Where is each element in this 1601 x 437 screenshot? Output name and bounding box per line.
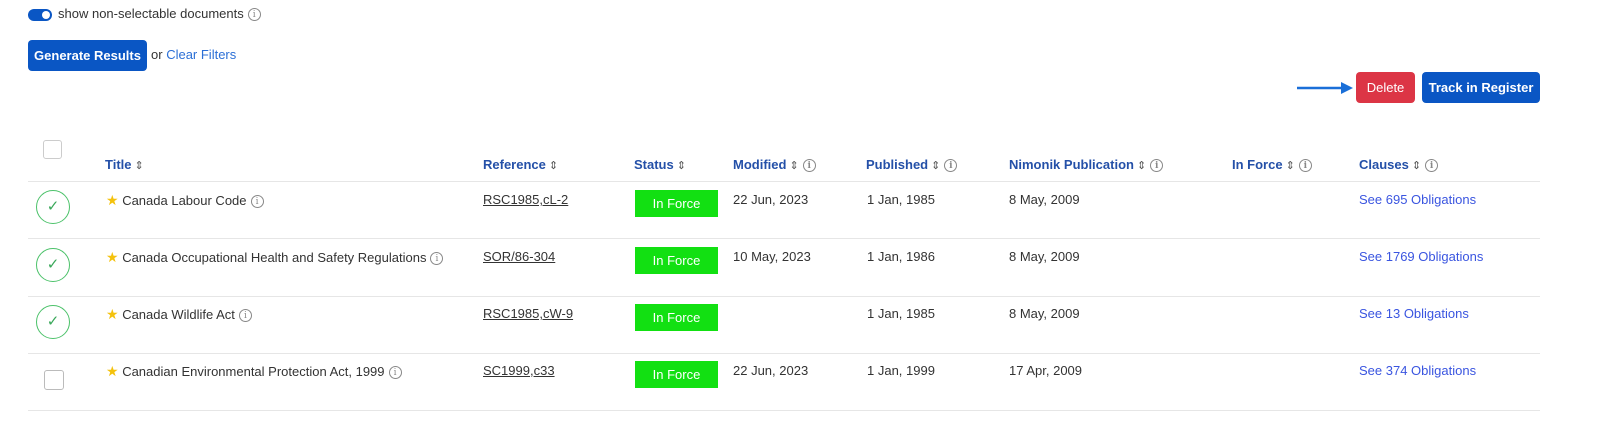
select-all-checkbox[interactable]	[43, 140, 62, 159]
star-icon[interactable]: ★	[106, 249, 119, 265]
header-in-force-label: In Force	[1232, 157, 1283, 172]
row-title: ★ Canadian Environmental Protection Act,…	[106, 363, 402, 380]
info-icon[interactable]: i	[1298, 159, 1312, 173]
row-title: ★ Canada Labour Code i	[106, 192, 264, 209]
header-in-force[interactable]: In Force ⇕ i	[1232, 157, 1312, 173]
track-in-register-button[interactable]: Track in Register	[1422, 72, 1540, 103]
sort-icon: ⇕	[134, 160, 144, 172]
sort-icon: ⇕	[1285, 160, 1295, 172]
row-divider	[28, 296, 1540, 297]
star-icon[interactable]: ★	[106, 192, 119, 208]
status-badge: In Force	[635, 361, 718, 388]
info-icon[interactable]: i	[388, 366, 402, 380]
header-modified[interactable]: Modified ⇕ i	[733, 157, 816, 173]
header-title[interactable]: Title ⇕	[105, 157, 144, 172]
row-selected-check-icon[interactable]: ✓	[36, 190, 70, 224]
sort-icon: ⇕	[676, 160, 686, 172]
row-select-checkbox[interactable]	[44, 370, 64, 390]
info-icon[interactable]: i	[802, 159, 816, 173]
row-title-text[interactable]: Canada Labour Code	[122, 193, 246, 208]
status-badge: In Force	[635, 190, 718, 217]
info-icon[interactable]: i	[247, 8, 261, 22]
toggle-label-wrap: show non-selectable documents i	[58, 6, 261, 22]
header-clauses-label: Clauses	[1359, 157, 1409, 172]
delete-button[interactable]: Delete	[1356, 72, 1415, 103]
header-title-label: Title	[105, 157, 132, 172]
row-divider	[28, 238, 1540, 239]
row-clauses-link[interactable]: See 374 Obligations	[1359, 363, 1476, 378]
info-icon[interactable]: i	[1150, 159, 1164, 173]
row-reference-link[interactable]: RSC1985,cL-2	[483, 192, 568, 207]
header-reference[interactable]: Reference ⇕	[483, 157, 558, 172]
info-icon[interactable]: i	[1425, 159, 1439, 173]
status-badge: In Force	[635, 247, 718, 274]
info-icon[interactable]: i	[430, 252, 444, 266]
row-reference-link[interactable]: RSC1985,cW-9	[483, 306, 573, 321]
row-nimonik: 8 May, 2009	[1009, 249, 1080, 264]
row-published: 1 Jan, 1985	[867, 192, 935, 207]
toggle-label: show non-selectable documents	[58, 6, 244, 21]
toggle-knob	[42, 11, 50, 19]
header-nimonik-label: Nimonik Publication	[1009, 157, 1134, 172]
star-icon[interactable]: ★	[106, 363, 119, 379]
header-published[interactable]: Published ⇕ i	[866, 157, 958, 173]
row-nimonik: 17 Apr, 2009	[1009, 363, 1083, 378]
status-badge: In Force	[635, 304, 718, 331]
row-published: 1 Jan, 1999	[867, 363, 935, 378]
generate-results-button[interactable]: Generate Results	[28, 40, 147, 71]
non-selectable-toggle[interactable]	[28, 9, 52, 21]
info-icon[interactable]: i	[250, 195, 264, 209]
row-clauses-link[interactable]: See 695 Obligations	[1359, 192, 1476, 207]
header-modified-label: Modified	[733, 157, 787, 172]
header-clauses[interactable]: Clauses ⇕ i	[1359, 157, 1439, 173]
row-published: 1 Jan, 1986	[867, 249, 935, 264]
row-title: ★ Canada Wildlife Act i	[106, 306, 252, 323]
row-divider	[28, 353, 1540, 354]
row-selected-check-icon[interactable]: ✓	[36, 305, 70, 339]
sort-icon: ⇕	[548, 160, 559, 172]
row-reference-link[interactable]: SC1999,c33	[483, 363, 555, 378]
sort-icon: ⇕	[931, 160, 941, 172]
header-divider	[28, 181, 1540, 182]
header-status-label: Status	[634, 157, 674, 172]
row-divider	[28, 410, 1540, 411]
info-icon[interactable]: i	[238, 309, 252, 323]
header-nimonik-publication[interactable]: Nimonik Publication ⇕ i	[1009, 157, 1164, 173]
row-clauses-link[interactable]: See 13 Obligations	[1359, 306, 1469, 321]
arrow-right-icon	[1297, 82, 1353, 94]
info-icon[interactable]: i	[944, 159, 958, 173]
row-title-text[interactable]: Canada Occupational Health and Safety Re…	[122, 250, 426, 265]
row-selected-check-icon[interactable]: ✓	[36, 248, 70, 282]
clear-filters-wrap: or Clear Filters	[151, 47, 236, 62]
row-published: 1 Jan, 1985	[867, 306, 935, 321]
row-modified: 22 Jun, 2023	[733, 363, 809, 378]
row-nimonik: 8 May, 2009	[1009, 306, 1080, 321]
star-icon[interactable]: ★	[106, 306, 119, 322]
row-modified: 10 May, 2023	[733, 249, 811, 264]
or-text: or	[151, 47, 163, 62]
row-title-text[interactable]: Canadian Environmental Protection Act, 1…	[122, 364, 384, 379]
header-status[interactable]: Status ⇕	[634, 157, 686, 172]
clear-filters-link[interactable]: Clear Filters	[166, 47, 236, 62]
sort-icon: ⇕	[1411, 160, 1422, 172]
sort-icon: ⇕	[789, 160, 799, 172]
row-title: ★ Canada Occupational Health and Safety …	[106, 249, 444, 266]
header-published-label: Published	[866, 157, 929, 172]
row-reference-link[interactable]: SOR/86-304	[483, 249, 555, 264]
row-clauses-link[interactable]: See 1769 Obligations	[1359, 249, 1483, 264]
header-reference-label: Reference	[483, 157, 546, 172]
sort-icon: ⇕	[1136, 160, 1147, 172]
row-nimonik: 8 May, 2009	[1009, 192, 1080, 207]
row-title-text[interactable]: Canada Wildlife Act	[122, 307, 235, 322]
row-modified: 22 Jun, 2023	[733, 192, 809, 207]
